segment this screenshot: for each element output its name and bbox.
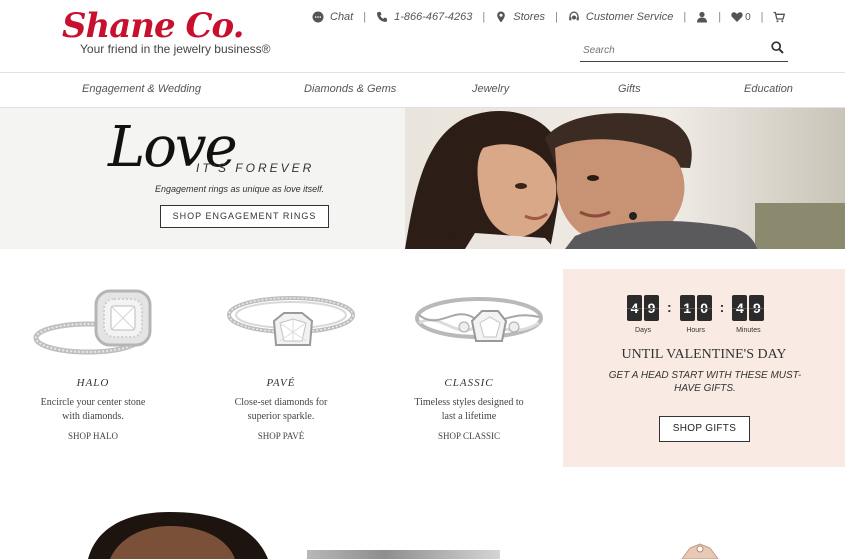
nav-item-jewelry[interactable]: Jewelry bbox=[472, 83, 509, 95]
pave-ring-image bbox=[227, 296, 355, 346]
user-icon bbox=[697, 11, 708, 23]
ring-description-line: Close-set diamonds for bbox=[234, 397, 328, 408]
divider: | bbox=[363, 11, 367, 23]
ring-name: HALO bbox=[76, 377, 110, 389]
hero-tagline: Engagement rings as unique as love itsel… bbox=[155, 184, 325, 194]
customer-service-label: Customer Service bbox=[585, 11, 674, 23]
nav-item-gifts[interactable]: Gifts bbox=[618, 83, 641, 95]
countdown-separator: : bbox=[667, 299, 672, 315]
valentines-promo: 4 9 Days : 1 0 Hours : 4 9 Minutes UNTIL… bbox=[563, 269, 845, 467]
ring-card-pave[interactable]: PAVÉ Close-set diamonds for superior spa… bbox=[196, 283, 366, 441]
heart-icon bbox=[731, 12, 743, 22]
divider: | bbox=[555, 11, 558, 23]
cart-icon bbox=[773, 11, 786, 23]
search-button[interactable] bbox=[771, 41, 784, 59]
customer-service-link[interactable]: Customer Service bbox=[568, 11, 673, 23]
wishlist-count: 0 bbox=[745, 11, 751, 23]
countdown-minutes: 4 9 Minutes bbox=[732, 295, 765, 334]
countdown-days: 4 9 Days bbox=[627, 295, 659, 334]
promo-title: UNTIL VALENTINE'S DAY bbox=[621, 347, 787, 362]
countdown-digit: 0 bbox=[696, 295, 712, 321]
chat-icon bbox=[312, 11, 324, 23]
hero-couple-image bbox=[405, 108, 845, 249]
phone-icon bbox=[377, 12, 388, 22]
brand-logo[interactable]: Shane Co. Your friend in the jewelry bus… bbox=[62, 6, 271, 56]
promo-subtitle: GET A HEAD START WITH THESE MUST-HAVE GI… bbox=[608, 370, 802, 394]
map-pin-icon bbox=[497, 11, 506, 23]
shop-halo-link[interactable]: SHOP HALO bbox=[8, 431, 178, 441]
chat-link[interactable]: Chat bbox=[312, 11, 353, 23]
ring-description-line: Timeless styles designed to bbox=[414, 397, 524, 408]
ring-description-line: superior sparkle. bbox=[247, 411, 315, 422]
countdown-digit: 4 bbox=[732, 295, 748, 321]
wishlist-link[interactable]: 0 bbox=[731, 11, 751, 23]
chat-label: Chat bbox=[330, 11, 354, 23]
ring-description: Encircle your center stone with diamonds… bbox=[8, 396, 178, 424]
search-input[interactable] bbox=[580, 40, 760, 61]
brand-name: Shane Co. bbox=[62, 6, 244, 46]
shop-pave-link[interactable]: SHOP PAVÉ bbox=[196, 431, 366, 441]
countdown-label: Hours bbox=[686, 327, 706, 334]
headset-icon bbox=[569, 11, 579, 21]
shop-gifts-button[interactable]: SHOP GIFTS bbox=[659, 416, 750, 442]
divider: | bbox=[760, 11, 764, 23]
shop-engagement-rings-button[interactable]: SHOP ENGAGEMENT RINGS bbox=[160, 205, 329, 228]
countdown-digit: 4 bbox=[627, 295, 642, 321]
nav-item-engagement-wedding[interactable]: Engagement & Wedding bbox=[82, 83, 201, 95]
countdown-digit: 9 bbox=[644, 295, 659, 321]
teaser-image-ring[interactable] bbox=[670, 540, 730, 559]
countdown-hours: 1 0 Hours bbox=[679, 295, 712, 334]
ring-name: PAVÉ bbox=[266, 377, 296, 389]
search-box bbox=[580, 40, 788, 62]
ring-description-line: Encircle your center stone bbox=[40, 397, 146, 408]
hero-subtitle: IT'S FOREVER bbox=[196, 161, 315, 175]
utility-bar: Chat | 1-866-467-4263 | Stores | Custome… bbox=[312, 9, 786, 25]
divider: | bbox=[482, 11, 486, 23]
ring-description-line: last a lifetime bbox=[441, 411, 497, 422]
teaser-image-jewelry[interactable] bbox=[307, 550, 500, 559]
ring-description: Close-set diamonds for superior sparkle. bbox=[196, 396, 366, 424]
brand-tagline: Your friend in the jewelry business® bbox=[80, 42, 271, 56]
teaser-image-model[interactable] bbox=[0, 512, 272, 559]
phone-link[interactable]: 1-866-467-4263 bbox=[376, 11, 472, 23]
ring-name: CLASSIC bbox=[444, 377, 494, 389]
ring-description-line: with diamonds. bbox=[62, 411, 124, 422]
ring-card-classic[interactable]: CLASSIC Timeless styles designed to last… bbox=[384, 283, 554, 441]
account-link[interactable] bbox=[696, 11, 708, 23]
countdown-digit: 1 bbox=[679, 295, 695, 321]
hero-banner[interactable]: Love IT'S FOREVER Engagement rings as un… bbox=[0, 108, 845, 249]
ring-description: Timeless styles designed to last a lifet… bbox=[384, 396, 554, 424]
classic-ring-image bbox=[415, 297, 543, 342]
main-nav: Engagement & Wedding Diamonds & Gems Jew… bbox=[0, 72, 845, 108]
site-header: Shane Co. Your friend in the jewelry bus… bbox=[0, 0, 845, 72]
search-icon bbox=[771, 41, 784, 54]
stores-label: Stores bbox=[513, 11, 546, 23]
cart-link[interactable] bbox=[773, 11, 786, 23]
nav-item-diamonds-gems[interactable]: Diamonds & Gems bbox=[304, 83, 396, 95]
countdown-label: Minutes bbox=[736, 327, 761, 334]
phone-number: 1-866-467-4263 bbox=[394, 11, 473, 23]
countdown-label: Days bbox=[635, 327, 651, 334]
countdown-separator: : bbox=[719, 299, 725, 315]
countdown-timer: 4 9 Days : 1 0 Hours : 4 9 Minutes bbox=[627, 295, 765, 334]
ring-card-halo[interactable]: HALO Encircle your center stone with dia… bbox=[8, 283, 178, 441]
stores-link[interactable]: Stores bbox=[495, 11, 545, 23]
divider: | bbox=[683, 11, 687, 23]
nav-item-education[interactable]: Education bbox=[744, 83, 793, 95]
countdown-digit: 9 bbox=[749, 295, 765, 321]
divider: | bbox=[718, 11, 722, 23]
shop-classic-link[interactable]: SHOP CLASSIC bbox=[384, 431, 554, 441]
halo-ring-image bbox=[33, 289, 152, 355]
